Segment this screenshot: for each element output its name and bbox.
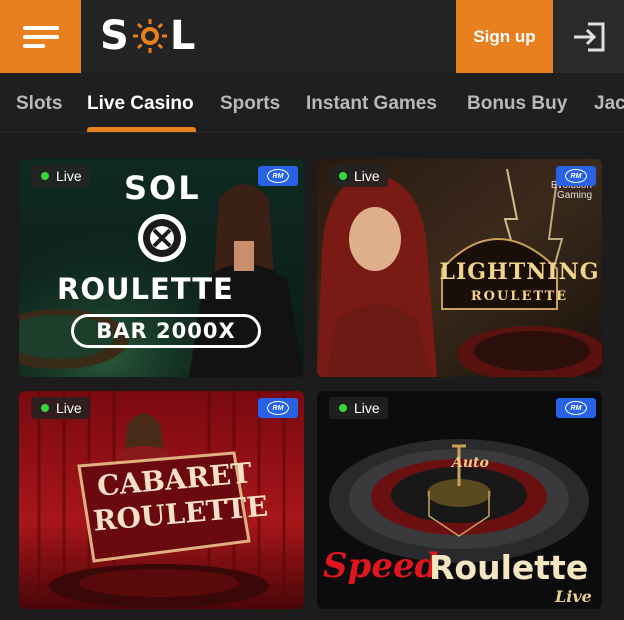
sun-icon [132,19,167,53]
category-tabs: Slots Live Casino Sports Instant Games B… [0,73,624,133]
live-dot-icon [41,404,49,412]
live-dot-icon [339,172,347,180]
logo-letter-l: L [169,13,197,59]
game-title: ROULETTE [57,272,234,306]
hamburger-icon [22,25,59,48]
tab-instant-games[interactable]: Instant Games [306,93,437,115]
hamburger-menu-button[interactable] [0,0,81,73]
game-subtitle: Live [555,587,592,606]
logo-letter-s: S [100,13,130,59]
sol-card-logo: SOL [124,169,201,207]
game-card-sol-roulette[interactable]: SOL ROULETTE BAR 2000X Live RM [19,159,304,377]
game-card-cabaret-roulette[interactable]: CABARET ROULETTE Live RM [19,391,304,609]
live-dot-icon [41,172,49,180]
game-subtitle: ROULETTE [470,289,569,304]
game-card-speed-roulette[interactable]: Auto Speed Roulette Live Live RM [317,391,602,609]
login-icon [573,22,604,51]
live-badge: Live [329,165,388,187]
live-label: Live [56,168,82,184]
game-title: LIGHTNING [439,259,600,285]
live-label: Live [354,400,380,416]
live-label: Live [354,168,380,184]
live-dot-icon [339,404,347,412]
live-badge: Live [31,397,90,419]
tab-jackpots[interactable]: Jac [594,93,624,115]
roulette-wheel-icon [138,214,186,262]
game-card-lightning-roulette[interactable]: Evolution Gaming LIGHTNING ROULETTE Live… [317,159,602,377]
sol-logo[interactable]: S L [100,10,196,62]
rm-badge: RM [556,398,596,418]
rm-label: RM [565,401,587,415]
rm-label: RM [565,169,587,183]
tab-slots[interactable]: Slots [16,93,62,115]
rm-badge: RM [556,166,596,186]
rm-badge: RM [258,398,298,418]
login-button[interactable] [553,0,624,73]
live-label: Live [56,400,82,416]
game-title-roulette: Roulette [429,548,589,587]
live-badge: Live [31,165,90,187]
rm-badge: RM [258,166,298,186]
game-title-speed: Speed [323,546,439,586]
tab-live-casino[interactable]: Live Casino [87,93,194,115]
live-badge: Live [329,397,388,419]
top-header: S L Sign up [0,0,624,73]
rm-label: RM [267,401,289,415]
wheel-label: Auto [452,455,489,471]
sign-up-button[interactable]: Sign up [456,0,553,73]
active-tab-indicator [87,127,196,132]
game-subtitle: BAR 2000X [71,314,261,348]
tab-sports[interactable]: Sports [220,93,280,115]
tab-bonus-buy[interactable]: Bonus Buy [467,93,567,115]
rm-label: RM [267,169,289,183]
